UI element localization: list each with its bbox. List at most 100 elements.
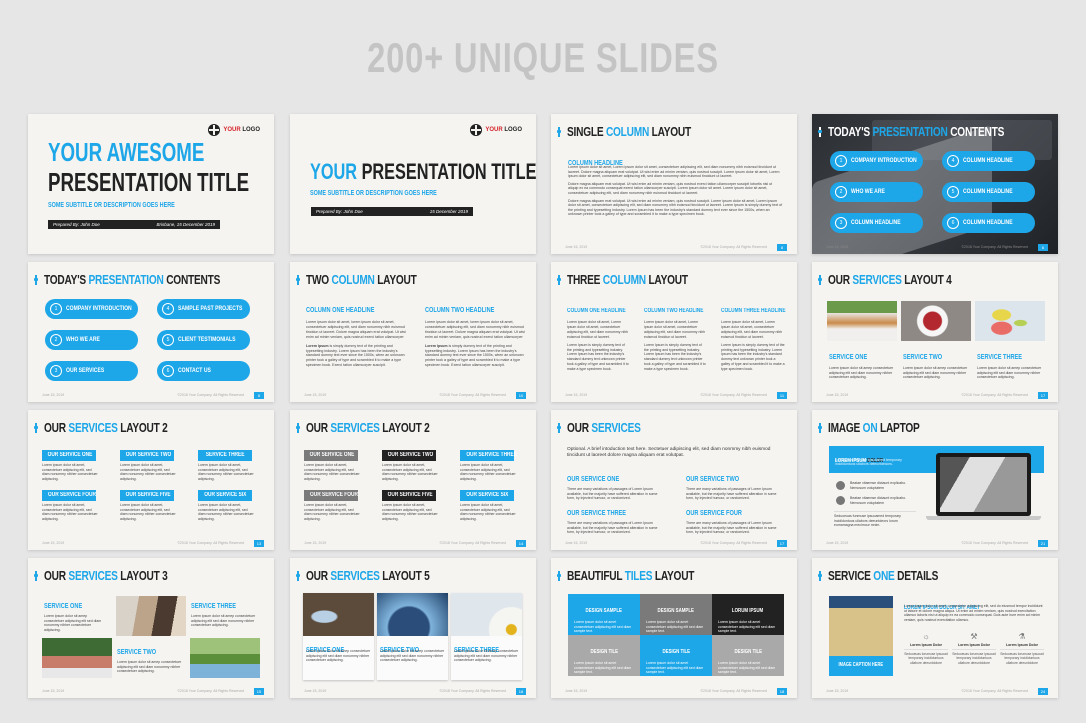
service-box: OUR SERVICE THREE (460, 450, 517, 461)
slide-tiles-layout[interactable]: BEAUTIFUL TILES LAYOUT DESIGN SAMPLE Lor… (551, 558, 797, 698)
service-image-family (42, 638, 112, 678)
contents-item[interactable]: 6 CONTACT US (157, 361, 250, 381)
service-card: SERVICE TWO Lorem ipsum dolor sit amep c… (377, 593, 448, 680)
feature: ☼ Lorem Ipsum Dolor Seduoeuas lorumuse i… (904, 632, 948, 665)
contents-item[interactable]: 1 COMPANY INTRODUCTION (45, 299, 138, 319)
title-marker-icon (818, 275, 822, 285)
contents-item[interactable]: 2 WHO WE ARE (830, 182, 923, 202)
slide-services-layout-3[interactable]: OUR SERVICES LAYOUT 3 SERVICE ONE Lorem i… (28, 558, 274, 698)
tile: DESIGN TILE Lorem ipsum dolor sit amet c… (712, 635, 784, 676)
service-image-strawberries (901, 301, 971, 341)
title-marker-icon (34, 275, 38, 285)
tile: DESIGN TILE Lorem ipsum dolor sit amet c… (640, 635, 712, 676)
title-marker-icon (296, 275, 300, 285)
tile: LORUM IPSUM Lorem ipsum dolor sit amet c… (712, 594, 784, 635)
page-number: 8 (777, 244, 787, 251)
slide-three-column[interactable]: THREE COLUMN LAYOUT COLUMN ONE HEADLINE … (551, 262, 797, 402)
title-line-1: YOUR AWESOME (48, 137, 205, 167)
page-number: 21 (1038, 540, 1048, 547)
service-box: OUR SERVICE ONE (304, 450, 358, 461)
page-headline: 200+ UNIQUE SLIDES (367, 34, 719, 81)
contents-item[interactable]: 5 CLIENT TESTIMONIALS (157, 330, 250, 350)
service-card: SERVICE THREE Lorem ipsum dolor sit amep… (451, 593, 522, 680)
service-image-food (827, 301, 897, 341)
intro-text: Optional. A brief intoduction text here.… (567, 447, 771, 458)
service-box: OUR SERVICE FIVE (382, 490, 436, 501)
slide-services-layout-4[interactable]: OUR SERVICES LAYOUT 4 SERVICE ONE Lorem i… (812, 262, 1058, 402)
wheat-image: IMAGE CAPTION HERE (829, 596, 893, 676)
flask-icon: ⚗ (1018, 632, 1026, 641)
contents-item[interactable]: 3 OUR SERVICES (45, 361, 138, 381)
subtitle: SOME SUBTITLE OR DESCRIPTION GOES HERE (48, 202, 175, 209)
divider (834, 511, 916, 512)
page-number: 15 (254, 688, 264, 695)
contents-item[interactable]: 3 COLUMN HEADLINE (830, 213, 923, 233)
title-marker-icon (34, 571, 38, 581)
service-box: OUR SERVICE FOUR (42, 490, 96, 501)
title-line-2: PRESENTATION TITLE (48, 167, 250, 197)
slide-title-1[interactable]: YOUR LOGO YOUR AWESOME PRESENTATION TITL… (28, 114, 274, 254)
title-marker-icon (296, 423, 300, 433)
page-number: 14 (516, 540, 526, 547)
service-image-highfive (190, 638, 260, 678)
slide-services-layout-5[interactable]: OUR SERVICES LAYOUT 5 SERVICE ONE Lorem … (290, 558, 536, 698)
service-image-earth (377, 593, 448, 636)
service-image-phone (303, 593, 374, 636)
title-marker-icon (557, 275, 561, 285)
slide-two-column[interactable]: TWO COLUMN LAYOUT COLUMN ONE HEADLINE Lo… (290, 262, 536, 402)
wrench-icon (836, 496, 845, 505)
logo: YOUR LOGO (470, 124, 522, 136)
title-marker-icon (34, 423, 38, 433)
contents-item[interactable]: 6 COLUMN HEADLINE (942, 213, 1035, 233)
page-number: 17 (1038, 392, 1048, 399)
contents-item[interactable]: 4 COLUMN HEADLINE (942, 151, 1035, 171)
service-image-handshake (116, 596, 186, 636)
wrench-icon: ⚒ (970, 632, 978, 641)
prepared-bar: Prepared By: John Doe 15 December 2019 (311, 207, 473, 216)
contents-item[interactable]: 5 COLUMN HEADLINE (942, 182, 1035, 202)
page-number: 8 (254, 392, 264, 399)
service-box: OUR SERVICE TWO (382, 450, 436, 461)
slide-contents-dark[interactable]: TODAY'S PRESENTATION CONTENTS 1 COMPANY I… (812, 114, 1058, 254)
slide-image-on-laptop[interactable]: IMAGE ON LAPTOP LOREM IPSUM DOLOR Seduoe… (812, 410, 1058, 550)
subtitle: SOME SUBTITLE OR DESCRIPTION GOES HERE (310, 190, 437, 197)
title-marker-icon (557, 571, 561, 581)
slide-our-services[interactable]: OUR SERVICES Optional. A brief intoducti… (551, 410, 797, 550)
service-box: OUR SERVICE TWO (120, 450, 174, 461)
title-marker-icon (557, 127, 561, 137)
slide-service-one-details[interactable]: SERVICE ONE DETAILS IMAGE CAPTION HERE L… (812, 558, 1058, 698)
contents-item[interactable]: 4 SAMPLE PAST PROJECTS (157, 299, 250, 319)
slide-title-2[interactable]: YOUR LOGO YOUR PRESENTATION TITLE SOME S… (290, 114, 536, 254)
title-marker-icon (818, 571, 822, 581)
contents-item[interactable]: 1 COMPANY INTRODUCTION (830, 151, 923, 171)
service-box: OUR SERVICE FIVE (120, 490, 174, 501)
page-number: 6 (1038, 244, 1048, 251)
service-image-macarons (975, 301, 1045, 341)
prepared-bar: Prepared By: John Doe Brisbane, 15 Decemb… (48, 220, 220, 229)
contents-item[interactable]: 2 WHO WE ARE (45, 330, 138, 350)
feature: ⚗ Lorem Ipsum Dolor Seduoeuas lorumuse i… (1000, 632, 1044, 665)
laptop-screen (936, 453, 1031, 516)
logo: YOUR LOGO (208, 124, 260, 136)
laptop-base (926, 516, 1041, 520)
page-number: 18 (777, 688, 787, 695)
page-number: 13 (254, 540, 264, 547)
service-image-daisy (451, 593, 522, 636)
bulb-icon (836, 481, 845, 490)
tile: DESIGN TILE Lorem ipsum dolor sit amet c… (568, 635, 640, 676)
service-box: OUR SERVICE SIX (198, 490, 252, 501)
building-image (940, 457, 1027, 512)
slide-services-layout-2-mixed[interactable]: OUR SERVICES LAYOUT 2 OUR SERVICE ONE OU… (290, 410, 536, 550)
tile: DESIGN SAMPLE Lorem ipsum dolor sit amet… (568, 594, 640, 635)
lightbulb-icon: ☼ (922, 632, 930, 641)
slide-single-column[interactable]: SINGLE COLUMN LAYOUT COLUMN HEADLINE Lor… (551, 114, 797, 254)
page-number: 24 (1038, 688, 1048, 695)
service-card: SERVICE ONE Lorem ipsum dolor sit amep c… (303, 593, 374, 680)
slide-services-layout-2-blue[interactable]: OUR SERVICES LAYOUT 2 OUR SERVICE ONE OU… (28, 410, 274, 550)
logo-icon (208, 124, 221, 136)
feature: ⚒ Lorem Ipsum Dolor Seduoeuas lorumuse i… (952, 632, 996, 665)
service-box: OUR SERVICE FOUR (304, 490, 358, 501)
service-box: OUR SERVICE SIX (460, 490, 514, 501)
title-marker-icon (296, 571, 300, 581)
slide-contents-light[interactable]: TODAY'S PRESENTATION CONTENTS 1 COMPANY I… (28, 262, 274, 402)
